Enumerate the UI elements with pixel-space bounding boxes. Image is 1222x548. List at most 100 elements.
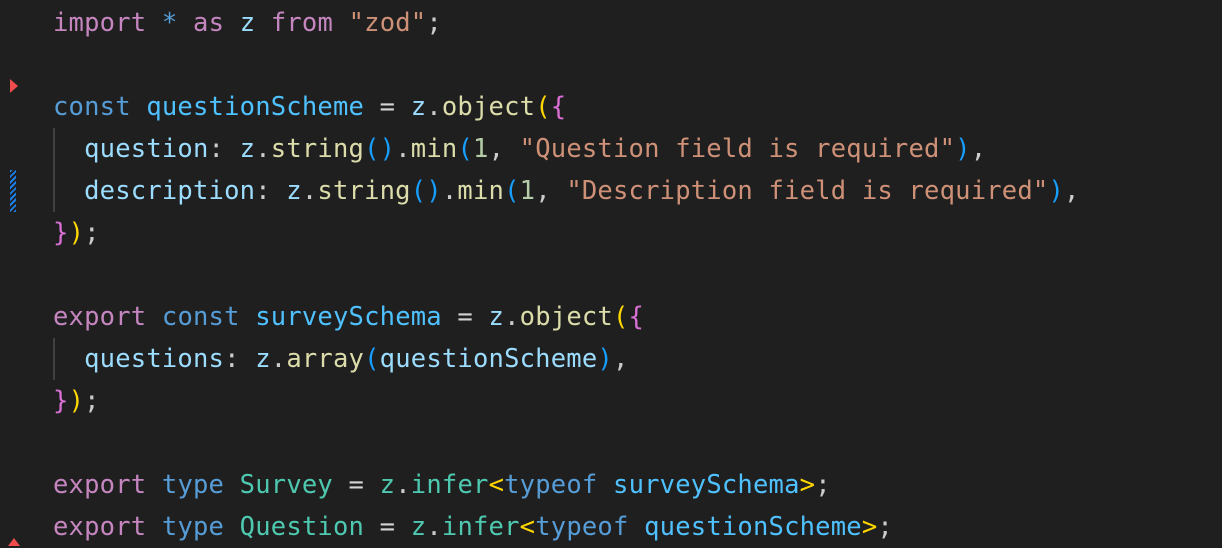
code-token: z bbox=[488, 302, 505, 332]
code-line[interactable]: }); bbox=[53, 212, 1222, 254]
code-token: min bbox=[457, 176, 505, 206]
code-token: . bbox=[441, 176, 458, 206]
code-token: { bbox=[550, 92, 567, 122]
code-token: ( bbox=[535, 92, 551, 122]
code-token: z bbox=[379, 470, 396, 500]
code-token: type bbox=[161, 512, 225, 542]
code-token: ; bbox=[877, 512, 893, 542]
code-line[interactable]: description: z.string().min(1, "Descript… bbox=[53, 170, 1222, 212]
code-token: string bbox=[317, 176, 411, 206]
code-token: z bbox=[239, 8, 256, 38]
code-token: as bbox=[193, 8, 225, 38]
code-token: "zod" bbox=[348, 8, 427, 38]
code-token: 1 bbox=[473, 134, 489, 164]
code-token: : bbox=[255, 176, 287, 206]
code-token: { bbox=[628, 302, 645, 332]
code-token: : bbox=[208, 134, 240, 164]
code-token: typeof bbox=[535, 512, 629, 542]
code-token: ; bbox=[84, 218, 100, 248]
code-token: , bbox=[488, 134, 520, 164]
code-token: z bbox=[255, 344, 271, 374]
modified-line-icon[interactable] bbox=[10, 170, 16, 212]
code-line[interactable]: }); bbox=[53, 380, 1222, 422]
code-token: export bbox=[53, 470, 147, 500]
code-token: . bbox=[426, 512, 442, 542]
code-line[interactable]: export type Question = z.infer<typeof qu… bbox=[53, 506, 1222, 548]
code-token: < bbox=[519, 512, 536, 542]
code-token: ( bbox=[504, 176, 520, 206]
code-token: from bbox=[270, 8, 334, 38]
code-line[interactable]: question: z.string().min(1, "Question fi… bbox=[53, 128, 1222, 170]
code-token: : bbox=[224, 344, 256, 374]
code-token: . bbox=[270, 344, 287, 374]
code-token: ; bbox=[815, 470, 831, 500]
code-token: ) bbox=[1048, 176, 1065, 206]
code-token: const bbox=[161, 302, 240, 332]
code-line[interactable]: const questionScheme = z.object({ bbox=[53, 86, 1222, 128]
code-token: questionScheme bbox=[644, 512, 862, 542]
code-token: questionScheme bbox=[146, 92, 365, 122]
code-line[interactable] bbox=[53, 44, 1222, 86]
code-token: , bbox=[612, 344, 629, 374]
code-token: . bbox=[504, 302, 520, 332]
code-token: string bbox=[270, 134, 365, 164]
code-token: 1 bbox=[519, 176, 536, 206]
code-token: questions bbox=[84, 344, 225, 374]
code-token: ) bbox=[68, 218, 85, 248]
code-token: export bbox=[53, 302, 147, 332]
code-token: Survey bbox=[239, 470, 333, 500]
code-line[interactable]: import * as z from "zod"; bbox=[53, 2, 1222, 44]
code-token: Question bbox=[239, 512, 365, 542]
code-token: = bbox=[364, 92, 411, 122]
code-token: , bbox=[535, 176, 567, 206]
code-token: type bbox=[161, 470, 225, 500]
code-token: ; bbox=[426, 8, 442, 38]
code-token: () bbox=[364, 134, 396, 164]
code-editor[interactable]: import * as z from "zod"; const question… bbox=[0, 0, 1222, 546]
folding-arrow-icon[interactable] bbox=[10, 79, 18, 93]
code-token: "Description field is required" bbox=[566, 176, 1049, 206]
code-token: const bbox=[53, 92, 131, 122]
code-token: description bbox=[84, 176, 256, 206]
code-token: < bbox=[488, 470, 505, 500]
code-token: import bbox=[53, 8, 147, 38]
code-line[interactable] bbox=[53, 254, 1222, 296]
code-token: ( bbox=[612, 302, 629, 332]
code-token: ) bbox=[597, 344, 613, 374]
code-token: . bbox=[395, 134, 411, 164]
code-token: ; bbox=[84, 386, 100, 416]
code-token: } bbox=[53, 218, 69, 248]
code-token: object bbox=[441, 92, 536, 122]
code-token: , bbox=[1064, 176, 1080, 206]
code-token: } bbox=[53, 386, 69, 416]
code-token: question bbox=[84, 134, 209, 164]
code-token: z bbox=[410, 512, 427, 542]
code-lines[interactable]: import * as z from "zod"; const question… bbox=[53, 2, 1222, 548]
code-token: z bbox=[410, 92, 427, 122]
code-token: . bbox=[426, 92, 442, 122]
code-token: = bbox=[441, 302, 489, 332]
code-token: questionScheme bbox=[379, 344, 598, 374]
code-token: = bbox=[333, 470, 380, 500]
code-line[interactable]: export const surveySchema = z.object({ bbox=[53, 296, 1222, 338]
code-token: = bbox=[364, 512, 411, 542]
code-token: array bbox=[286, 344, 365, 374]
deleted-line-icon[interactable] bbox=[8, 538, 20, 546]
code-line[interactable] bbox=[53, 422, 1222, 464]
code-token: ) bbox=[68, 386, 85, 416]
code-line[interactable]: export type Survey = z.infer<typeof surv… bbox=[53, 464, 1222, 506]
code-line[interactable]: questions: z.array(questionScheme), bbox=[53, 338, 1222, 380]
